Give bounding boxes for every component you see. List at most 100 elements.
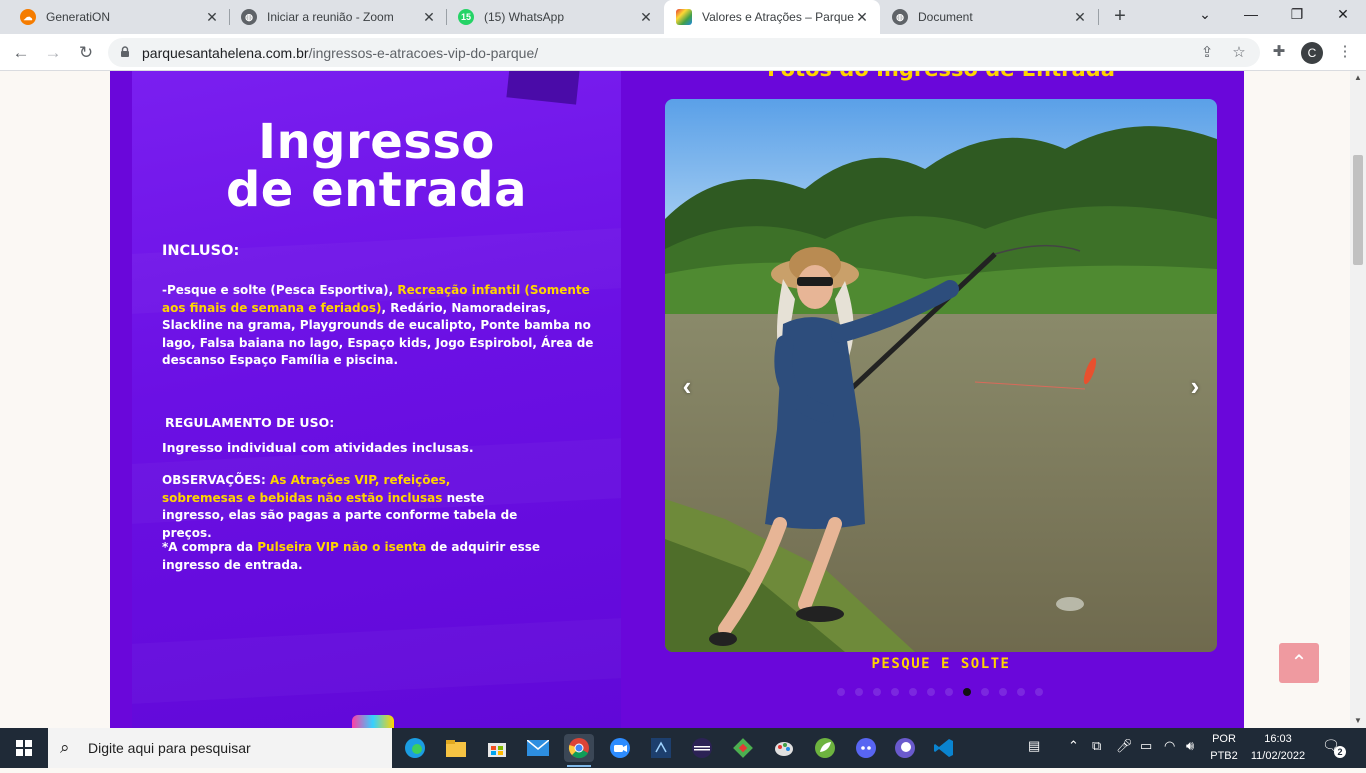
search-icon: ⌕ (60, 738, 70, 757)
close-icon[interactable]: ✕ (204, 9, 220, 25)
meet-now-icon[interactable]: ⧉ (1092, 738, 1101, 754)
back-icon[interactable]: ← (8, 40, 34, 66)
tab-zoom[interactable]: ◍ Iniciar a reunião - Zoom ✕ (229, 0, 447, 34)
reload-icon[interactable]: ↻ (73, 40, 99, 66)
tab-title: GeneratiON (46, 10, 111, 24)
globe-icon: ◍ (241, 9, 257, 25)
start-button[interactable] (0, 728, 48, 768)
notification-center-icon[interactable]: 🗨︎ 2 (1322, 737, 1346, 759)
store-icon[interactable] (482, 734, 512, 762)
tab-title: Iniciar a reunião - Zoom (267, 10, 394, 24)
close-icon[interactable]: ✕ (854, 9, 870, 25)
share-icon[interactable]: ⇪ (1198, 44, 1216, 62)
tab-generation[interactable]: ☁ GeneratiON ✕ (8, 0, 230, 34)
keyboard-tray-icon[interactable]: ▤ (1028, 738, 1040, 754)
scroll-up-arrow-icon[interactable]: ▲ (1350, 71, 1366, 85)
carousel-prev-button[interactable]: ‹ (673, 371, 701, 401)
page-viewport: Ingresso de entrada INCLUSO: -Pesque e s… (0, 71, 1350, 728)
vscode-icon[interactable] (929, 734, 959, 762)
maximize-button[interactable]: ❐ (1274, 0, 1320, 30)
observacoes-text: OBSERVAÇÕES: As Atrações VIP, refeições,… (162, 473, 518, 540)
extensions-icon[interactable]: ✚ (1270, 43, 1288, 61)
bookmark-star-icon[interactable]: ☆ (1230, 44, 1248, 62)
photo-section-heading: Fotos do Ingresso de Entrada (665, 71, 1217, 81)
carousel-caption: PESQUE E SOLTE (871, 656, 1011, 672)
page-scrollbar[interactable]: ▲ ▼ (1350, 71, 1366, 728)
incluso-text: -Pesque e solte (Pesca Esportiva), Recre… (162, 283, 594, 367)
taskbar-search-box[interactable]: ⌕ Digite aqui para pesquisar (48, 728, 392, 768)
minimize-button[interactable]: — (1228, 0, 1274, 30)
carousel-dots (837, 688, 1043, 696)
menu-kebab-icon[interactable]: ⋮ (1336, 43, 1354, 61)
battery-icon[interactable]: ▭ (1140, 738, 1152, 754)
tab-strip: ☁ GeneratiON ✕ ◍ Iniciar a reunião - Zoo… (0, 0, 1366, 34)
show-hidden-icons-chevron-icon[interactable]: ⌃ (1068, 738, 1079, 754)
carousel-dot[interactable] (855, 688, 863, 696)
volume-icon[interactable]: 🔊︎ (1186, 738, 1194, 754)
back-to-top-button[interactable]: ⌃ (1279, 643, 1319, 683)
zoom-icon[interactable] (605, 734, 635, 762)
tab-whatsapp[interactable]: 15 (15) WhatsApp ✕ (446, 0, 664, 34)
forward-icon[interactable]: → (40, 40, 66, 66)
tab-document[interactable]: ◍ Document ✕ (880, 0, 1098, 34)
spring-icon[interactable] (810, 734, 840, 762)
taskbar-clock[interactable]: 16:03 11/02/2022 (1244, 731, 1312, 765)
park-logo-icon (676, 9, 692, 25)
paint-icon[interactable] (769, 734, 799, 762)
profile-avatar[interactable]: C (1301, 42, 1323, 64)
carousel-next-button[interactable]: › (1181, 371, 1209, 401)
eclipse-icon[interactable] (687, 734, 717, 762)
wifi-icon[interactable]: ◠ (1164, 738, 1175, 754)
discord-icon[interactable] (851, 734, 881, 762)
carousel-dot[interactable] (909, 688, 917, 696)
carousel-dot[interactable] (999, 688, 1007, 696)
close-icon[interactable]: ✕ (1072, 9, 1088, 25)
microphone-icon[interactable]: 🎤︎ (1116, 738, 1133, 754)
decorative-ribbon (506, 71, 580, 105)
promo-title-line1: Ingresso (258, 114, 495, 170)
carousel-dot[interactable] (927, 688, 935, 696)
cloud-icon: ☁ (20, 9, 36, 25)
file-explorer-icon[interactable] (441, 734, 471, 762)
app-circle-icon[interactable] (890, 734, 920, 762)
tab-separator (1098, 9, 1099, 25)
mail-icon[interactable] (523, 734, 553, 762)
globe-icon: ◍ (892, 9, 908, 25)
chrome-icon[interactable] (564, 734, 594, 767)
regulamento-text: Ingresso individual com atividades inclu… (162, 440, 474, 455)
carousel-dot[interactable] (981, 688, 989, 696)
new-tab-button[interactable]: + (1108, 5, 1132, 29)
windows-taskbar: ⌕ Digite aqui para pesquisar ▤ ⌃ ⧉ 🎤︎ ▭ … (0, 728, 1366, 768)
address-bar[interactable]: parquesantahelena.com.br/ingressos-e-atr… (108, 38, 1260, 67)
carousel-dot[interactable] (873, 688, 881, 696)
tab-search-icon[interactable]: ⌄ (1182, 0, 1228, 30)
carousel-dot[interactable] (1035, 688, 1043, 696)
carousel-dot[interactable] (891, 688, 899, 696)
search-placeholder: Digite aqui para pesquisar (88, 740, 251, 756)
language-indicator[interactable]: POR PTB2 (1206, 731, 1242, 765)
code-editor-icon[interactable] (646, 734, 676, 762)
scrollbar-thumb[interactable] (1353, 155, 1363, 265)
ticket-promo-image: Ingresso de entrada INCLUSO: -Pesque e s… (132, 71, 621, 728)
tab-title: Document (918, 10, 973, 24)
browser-toolbar: ← → ↻ parquesantahelena.com.br/ingressos… (0, 34, 1366, 71)
regulamento-heading: REGULAMENTO DE USO: (165, 415, 335, 430)
ticket-section: Ingresso de entrada INCLUSO: -Pesque e s… (110, 71, 1244, 728)
close-icon[interactable]: ✕ (421, 9, 437, 25)
carousel-dot[interactable] (963, 688, 971, 696)
tab-parque[interactable]: Valores e Atrações – Parque Sa ✕ (664, 0, 880, 34)
lock-icon (121, 46, 129, 57)
scroll-down-arrow-icon[interactable]: ▼ (1350, 714, 1366, 728)
edge-icon[interactable] (400, 734, 430, 762)
url-text: parquesantahelena.com.br/ingressos-e-atr… (142, 45, 539, 61)
photo-carousel[interactable]: ‹ › (665, 99, 1217, 652)
whatsapp-icon: 15 (458, 9, 474, 25)
close-window-button[interactable]: ✕ (1320, 0, 1366, 30)
windows-logo-icon (16, 740, 32, 756)
decorative-wave (132, 618, 621, 704)
close-icon[interactable]: ✕ (638, 9, 654, 25)
carousel-dot[interactable] (945, 688, 953, 696)
git-icon[interactable] (728, 734, 758, 762)
carousel-dot[interactable] (837, 688, 845, 696)
carousel-dot[interactable] (1017, 688, 1025, 696)
